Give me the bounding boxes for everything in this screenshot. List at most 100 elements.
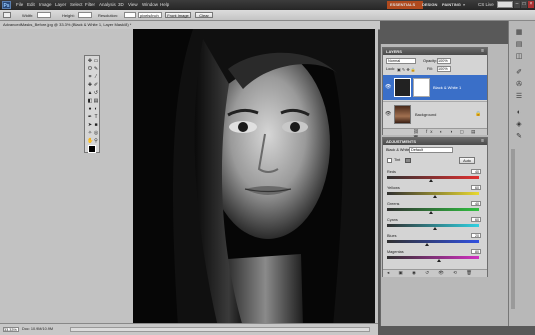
menu-select[interactable]: Select [70,2,83,7]
resolution-label: Resolution: [98,13,119,18]
marquee-tool-icon[interactable]: ▭ [93,58,99,64]
menu-layer[interactable]: Layer [55,2,66,7]
menu-image[interactable]: Image [39,2,52,7]
layers-panel: LAYERS ≡ Normal Opacity: 100% Lock: ▣ ✎ … [382,47,488,140]
adjustments-footer-icons[interactable]: ◂ ▣ ◉ ↺ 👁 ⟲ 🗑 [383,269,487,277]
color-panel-icon[interactable]: ▦ [514,29,524,37]
layer-row-background[interactable]: 👁 Background 🔒 [383,101,487,127]
slider-thumb[interactable] [436,259,441,262]
slider-thumb[interactable] [432,195,437,198]
type-tool-icon[interactable]: T [93,114,99,120]
slider-value-field[interactable]: 60 [471,185,481,190]
slider-label: Magentas [387,250,404,254]
menu-window[interactable]: Window [142,2,158,7]
menu-file[interactable]: File [16,2,23,7]
auto-button[interactable]: Auto [459,157,475,164]
menu-bar: Ps File Edit Image Layer Select Filter A… [0,0,535,10]
shape-tool-icon[interactable]: ■ [93,122,99,128]
fill-field[interactable]: 100% [437,66,451,72]
resolution-field[interactable] [124,12,136,18]
slider-label: Yellows [387,186,400,190]
clear-button[interactable]: Clear [195,12,213,18]
resolution-unit-select[interactable]: pixels/inch [138,12,162,18]
lock-icon: 🔒 [475,111,482,117]
slider-track[interactable] [387,240,479,243]
menu-filter[interactable]: Filter [85,2,95,7]
maximize-icon[interactable]: □ [521,1,527,8]
blend-mode-select[interactable]: Normal [386,58,416,64]
3d-orbit-icon[interactable]: ◎ [93,130,99,136]
swatches-panel-icon[interactable]: ▤ [514,41,524,49]
slider-thumb[interactable] [425,243,430,246]
brush-tool-icon[interactable]: ✐ [93,82,99,88]
quick-select-tool-icon[interactable]: ✎ [93,66,99,72]
layers-panel-title: LAYERS [386,49,402,54]
fill-label: Fill: [427,67,433,71]
slider-label: Reds [387,170,396,174]
tint-label: Tint [394,158,401,162]
zoom-level[interactable]: 33.33% [3,327,19,332]
preset-label: Black & White [386,148,410,152]
gradient-tool-icon[interactable]: ▤ [93,98,99,104]
layer-row-bw[interactable]: 👁 Black & White 1 [383,75,487,100]
panel-menu-icon[interactable]: ≡ [481,48,484,54]
dodge-tool-icon[interactable]: ◐ [93,106,99,112]
paths-panel-icon[interactable]: ✎ [514,133,524,141]
slider-value-field[interactable]: 80 [471,249,481,254]
width-label: Width: [22,13,34,18]
channels-panel-icon[interactable]: ◈ [514,121,524,129]
menu-analysis[interactable]: Analysis [99,2,116,7]
layer-name: Background [415,112,437,117]
dock-scrollbar[interactable] [511,149,515,309]
visibility-eye-icon[interactable]: 👁 [385,84,391,90]
menu-help[interactable]: Help [160,2,169,7]
slider-value-field[interactable]: 60 [471,217,481,222]
horizontal-scrollbar[interactable] [70,327,370,332]
crop-tool-icon[interactable] [3,12,11,18]
minimize-icon[interactable]: – [514,1,520,8]
cs-live-button[interactable]: CS Live [478,2,494,7]
history-brush-icon[interactable]: ↺ [93,90,99,96]
menu-view[interactable]: View [128,2,138,7]
slider-value-field[interactable]: 20 [471,233,481,238]
opacity-field[interactable]: 100% [437,58,451,64]
eyedropper-tool-icon[interactable]: ⁄ [93,74,99,80]
slider-value-field[interactable]: 40 [471,201,481,206]
lock-icons[interactable]: ▣ ✎ ✥ 🔒 [397,67,416,72]
preset-select[interactable]: Default [409,147,453,153]
layer-mask-thumbnail[interactable] [413,78,430,97]
panel-menu-icon[interactable]: ≡ [481,138,484,144]
clone-source-icon[interactable]: ✇ [514,81,524,89]
history-panel-icon[interactable]: ☰ [514,93,524,101]
adjustments-panel-header[interactable]: ADJUSTMENTS ≡ [383,138,487,145]
width-field[interactable] [37,12,51,18]
slider-value-field[interactable]: 40 [471,169,481,174]
front-image-button[interactable]: Front Image [165,12,191,18]
slider-track[interactable] [387,256,479,259]
close-icon[interactable]: × [528,1,534,8]
workspace-essentials-button[interactable]: ESSENTIALS [387,1,423,9]
visibility-eye-icon[interactable]: 👁 [385,111,391,117]
tint-color-swatch[interactable] [405,158,411,163]
search-input[interactable] [497,1,513,8]
styles-panel-icon[interactable]: ◫ [514,53,524,61]
foreground-color-swatch[interactable] [88,145,96,153]
adjustments-panel-title: ADJUSTMENTS [386,139,417,144]
height-field[interactable] [78,12,92,18]
masks-panel-icon[interactable]: ◐ [514,109,524,117]
layers-panel-header[interactable]: LAYERS ≡ [383,48,487,55]
adjustments-panel: ADJUSTMENTS ≡ Black & White Default Tint… [382,137,488,277]
layers-footer-icons[interactable]: ⛓ fx ◐ ◑ ▢ ▤ 🗑 [383,128,487,140]
brush-panel-icon[interactable]: ✐ [514,69,524,77]
tint-checkbox[interactable] [387,158,392,163]
slider-thumb[interactable] [429,179,434,182]
slider-thumb[interactable] [429,211,434,214]
menu-3d[interactable]: 3D [118,2,124,7]
portrait-image[interactable] [133,29,375,327]
doc-size: Doc: 10.9M/10.9M [22,327,54,331]
zoom-tool-icon[interactable]: ⚲ [93,138,99,144]
workspace-more-button[interactable]: » [460,1,468,9]
photoshop-logo: Ps [2,1,11,9]
slider-thumb[interactable] [432,227,437,230]
menu-edit[interactable]: Edit [27,2,35,7]
